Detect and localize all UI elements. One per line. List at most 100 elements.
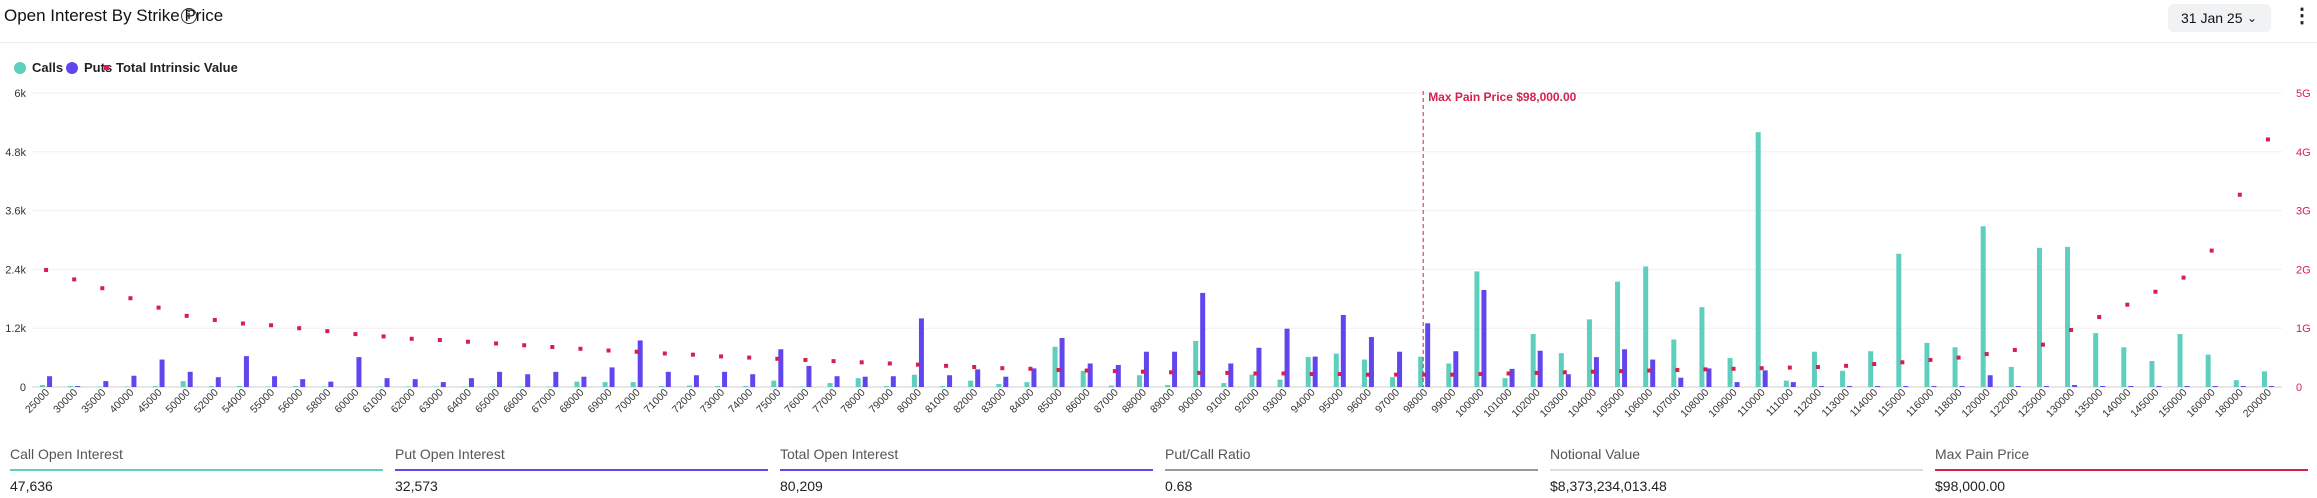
stat-label: Notional Value: [1550, 446, 1641, 462]
x-tick-label: 95000: [1317, 387, 1346, 416]
puts-bar: [159, 359, 165, 387]
x-tick-label: 106000: [1622, 387, 1655, 420]
puts-bar: [1622, 349, 1628, 387]
intrinsic-value-point: [437, 337, 442, 342]
puts-bar: [1397, 351, 1403, 387]
stat-put-open-interest: Put Open Interest 32,573: [385, 440, 768, 498]
x-tick-label: 105000: [1594, 387, 1627, 420]
stat-underline: [10, 469, 383, 471]
puts-bar: [862, 376, 868, 387]
puts-bar: [1031, 368, 1037, 387]
stat-underline: [780, 469, 1153, 471]
x-tick-label: 113000: [1819, 387, 1852, 420]
puts-bar: [918, 318, 924, 387]
x-tick-label: 125000: [2016, 387, 2049, 420]
x-tick-label: 104000: [1566, 387, 1599, 420]
stat-label: Put Open Interest: [395, 446, 505, 462]
calls-bar: [1530, 334, 1536, 387]
intrinsic-value-point: [2153, 289, 2158, 294]
puts-bar: [1903, 386, 1909, 387]
x-tick-label: 87000: [1092, 387, 1121, 416]
puts-bar: [412, 379, 418, 387]
x-tick-label: 60000: [332, 387, 361, 416]
intrinsic-value-point: [1365, 372, 1370, 377]
x-tick-label: 110000: [1735, 387, 1768, 420]
y-right-tick-label: 0: [2296, 382, 2302, 394]
intrinsic-value-point: [1112, 369, 1117, 374]
x-tick-label: 160000: [2185, 387, 2218, 420]
x-tick-label: 114000: [1848, 387, 1881, 420]
calls-bar: [1474, 271, 1480, 387]
puts-bar: [131, 375, 137, 387]
legend-label: Total Intrinsic Value: [116, 60, 238, 75]
calls-bar: [1193, 340, 1199, 387]
intrinsic-value-point: [156, 305, 161, 310]
intrinsic-value-point: [1394, 372, 1399, 377]
puts-bar: [2015, 386, 2021, 387]
puts-bar: [665, 371, 671, 387]
intrinsic-value-point: [1900, 360, 1905, 365]
stat-label: Put/Call Ratio: [1165, 446, 1251, 462]
x-tick-label: 79000: [867, 387, 896, 416]
calls-bar: [1727, 358, 1733, 387]
puts-bar: [1959, 386, 1965, 387]
puts-bar: [1537, 350, 1543, 387]
more-options-icon[interactable]: ⋮: [2292, 4, 2312, 32]
puts-bar: [750, 374, 756, 387]
puts-bar: [272, 376, 278, 387]
intrinsic-value-point: [1844, 363, 1849, 368]
calls-bar: [1136, 375, 1142, 387]
puts-bar: [1143, 351, 1149, 387]
x-tick-label: 81000: [923, 387, 952, 416]
intrinsic-value-point: [1281, 371, 1286, 376]
puts-bar: [2268, 386, 2274, 387]
calls-bar: [630, 382, 636, 387]
intrinsic-value-point: [1619, 369, 1624, 374]
puts-bar: [2072, 385, 2078, 387]
intrinsic-value-point: [1731, 366, 1736, 371]
x-tick-label: 65000: [473, 387, 502, 416]
calls-bar: [1305, 357, 1311, 387]
x-tick-label: 55000: [248, 387, 277, 416]
puts-bar: [1087, 363, 1093, 387]
stat-value: 32,573: [395, 478, 438, 494]
x-tick-label: 93000: [1261, 387, 1290, 416]
intrinsic-legend-marker: [104, 65, 109, 70]
intrinsic-value-point: [1309, 372, 1314, 377]
intrinsic-value-point: [775, 356, 780, 361]
puts-bar: [1340, 314, 1346, 387]
x-tick-label: 103000: [1538, 387, 1571, 420]
x-tick-label: 73000: [698, 387, 727, 416]
intrinsic-value-point: [831, 359, 836, 364]
intrinsic-value-point: [1956, 355, 1961, 360]
calls-bar: [855, 378, 861, 387]
x-tick-label: 25000: [23, 387, 52, 416]
puts-bar: [75, 386, 81, 387]
calls-bar: [2065, 246, 2071, 387]
intrinsic-value-point: [1169, 370, 1174, 375]
intrinsic-value-point: [1337, 372, 1342, 377]
intrinsic-value-point: [2265, 137, 2270, 142]
puts-bar: [497, 371, 503, 387]
info-icon[interactable]: i: [181, 8, 197, 24]
calls-bar: [1052, 346, 1058, 387]
puts-bar: [1425, 323, 1431, 387]
x-tick-label: 180000: [2213, 387, 2246, 420]
calls-bar: [1755, 132, 1761, 387]
puts-bar: [356, 357, 362, 387]
calls-bar: [1783, 380, 1789, 387]
intrinsic-value-point: [2069, 327, 2074, 332]
puts-bar: [975, 369, 981, 387]
header-divider: [0, 42, 2317, 43]
x-tick-label: 100000: [1453, 387, 1486, 420]
puts-bar: [1987, 375, 1993, 387]
intrinsic-value-point: [2209, 248, 2214, 253]
puts-bar: [440, 382, 446, 387]
expiry-date-dropdown[interactable]: 31 Jan 25 ⌄: [2168, 4, 2271, 32]
calls-bar: [2036, 247, 2042, 387]
x-tick-label: 62000: [389, 387, 418, 416]
intrinsic-value-point: [2125, 302, 2130, 307]
x-tick-label: 35000: [79, 387, 108, 416]
chevron-down-icon: ⌄: [2247, 11, 2258, 25]
stat-underline: [395, 469, 768, 471]
